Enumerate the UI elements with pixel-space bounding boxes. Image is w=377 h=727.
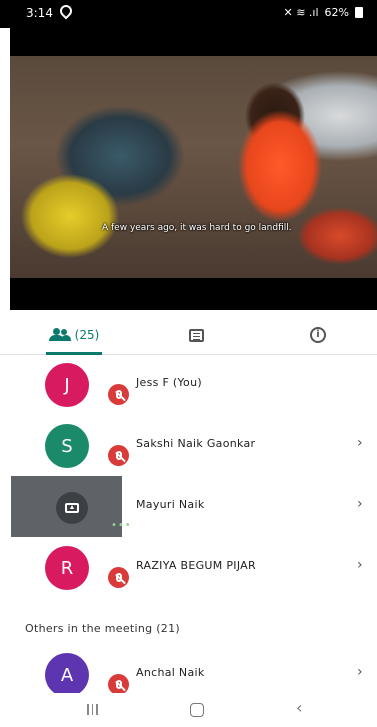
chat-icon xyxy=(188,328,204,342)
participant-tile: J xyxy=(11,354,129,415)
tab-people[interactable]: (25) xyxy=(46,316,102,355)
participant-tile: R xyxy=(11,537,129,598)
participant-name: Mayuri Naik xyxy=(136,498,205,511)
participant-name: Anchal Naik xyxy=(136,666,205,679)
avatar: R xyxy=(45,546,89,590)
status-indicators: ✕ ≋ .ıl 62% xyxy=(283,6,363,19)
avatar: S xyxy=(45,424,89,468)
mic-off-icon xyxy=(108,567,129,588)
presenting-icon xyxy=(56,492,88,524)
speaking-indicator: ••• xyxy=(111,520,132,531)
participant-name: Sakshi Naik Gaonkar xyxy=(136,437,256,450)
location-icon xyxy=(57,2,75,20)
mic-off-icon xyxy=(108,384,129,405)
chevron-right-icon[interactable]: › xyxy=(357,496,363,512)
video-caption: A few years ago, it was hard to go landf… xyxy=(102,223,292,233)
participant-name: RAZIYA BEGUM PIJAR xyxy=(136,559,256,572)
tab-chat[interactable] xyxy=(181,316,211,354)
avatar: J xyxy=(45,363,89,407)
chevron-right-icon[interactable]: › xyxy=(357,664,363,680)
back-button[interactable]: ‹ xyxy=(296,698,302,717)
chevron-right-icon[interactable]: › xyxy=(357,557,363,573)
people-icon xyxy=(48,328,71,342)
avatar: A xyxy=(45,653,89,697)
tab-bar: (25) i xyxy=(0,316,377,355)
participant-row[interactable]: S Sakshi Naik Gaonkar › xyxy=(0,415,377,476)
participant-row[interactable]: J Jess F (You) xyxy=(0,354,377,415)
others-section-title: Others in the meeting (21) xyxy=(25,622,180,635)
signal-icon: ✕ ≋ .ıl xyxy=(283,6,319,19)
video-feed[interactable]: A few years ago, it was hard to go landf… xyxy=(10,28,377,310)
info-icon: i xyxy=(310,327,326,343)
video-frame xyxy=(10,56,377,278)
participant-row[interactable]: R RAZIYA BEGUM PIJAR › xyxy=(0,537,377,598)
chevron-right-icon[interactable]: › xyxy=(357,435,363,451)
system-nav-bar: ‹ xyxy=(0,693,377,727)
recents-button[interactable] xyxy=(87,704,98,715)
battery-icon xyxy=(355,7,363,18)
participant-name: Jess F (You) xyxy=(136,376,202,389)
mic-off-icon xyxy=(108,445,129,466)
status-bar: 3:14 ✕ ≋ .ıl 62% xyxy=(0,0,377,28)
battery-percent: 62% xyxy=(324,6,349,19)
participant-row[interactable]: ••• Mayuri Naik › xyxy=(0,476,377,537)
participant-tile: S xyxy=(11,415,129,476)
mic-off-icon xyxy=(108,674,129,695)
status-time: 3:14 xyxy=(26,6,53,20)
people-count: (25) xyxy=(74,328,100,342)
tab-info[interactable]: i xyxy=(303,316,333,354)
participant-tile: ••• xyxy=(11,476,131,537)
home-button[interactable] xyxy=(190,703,204,717)
